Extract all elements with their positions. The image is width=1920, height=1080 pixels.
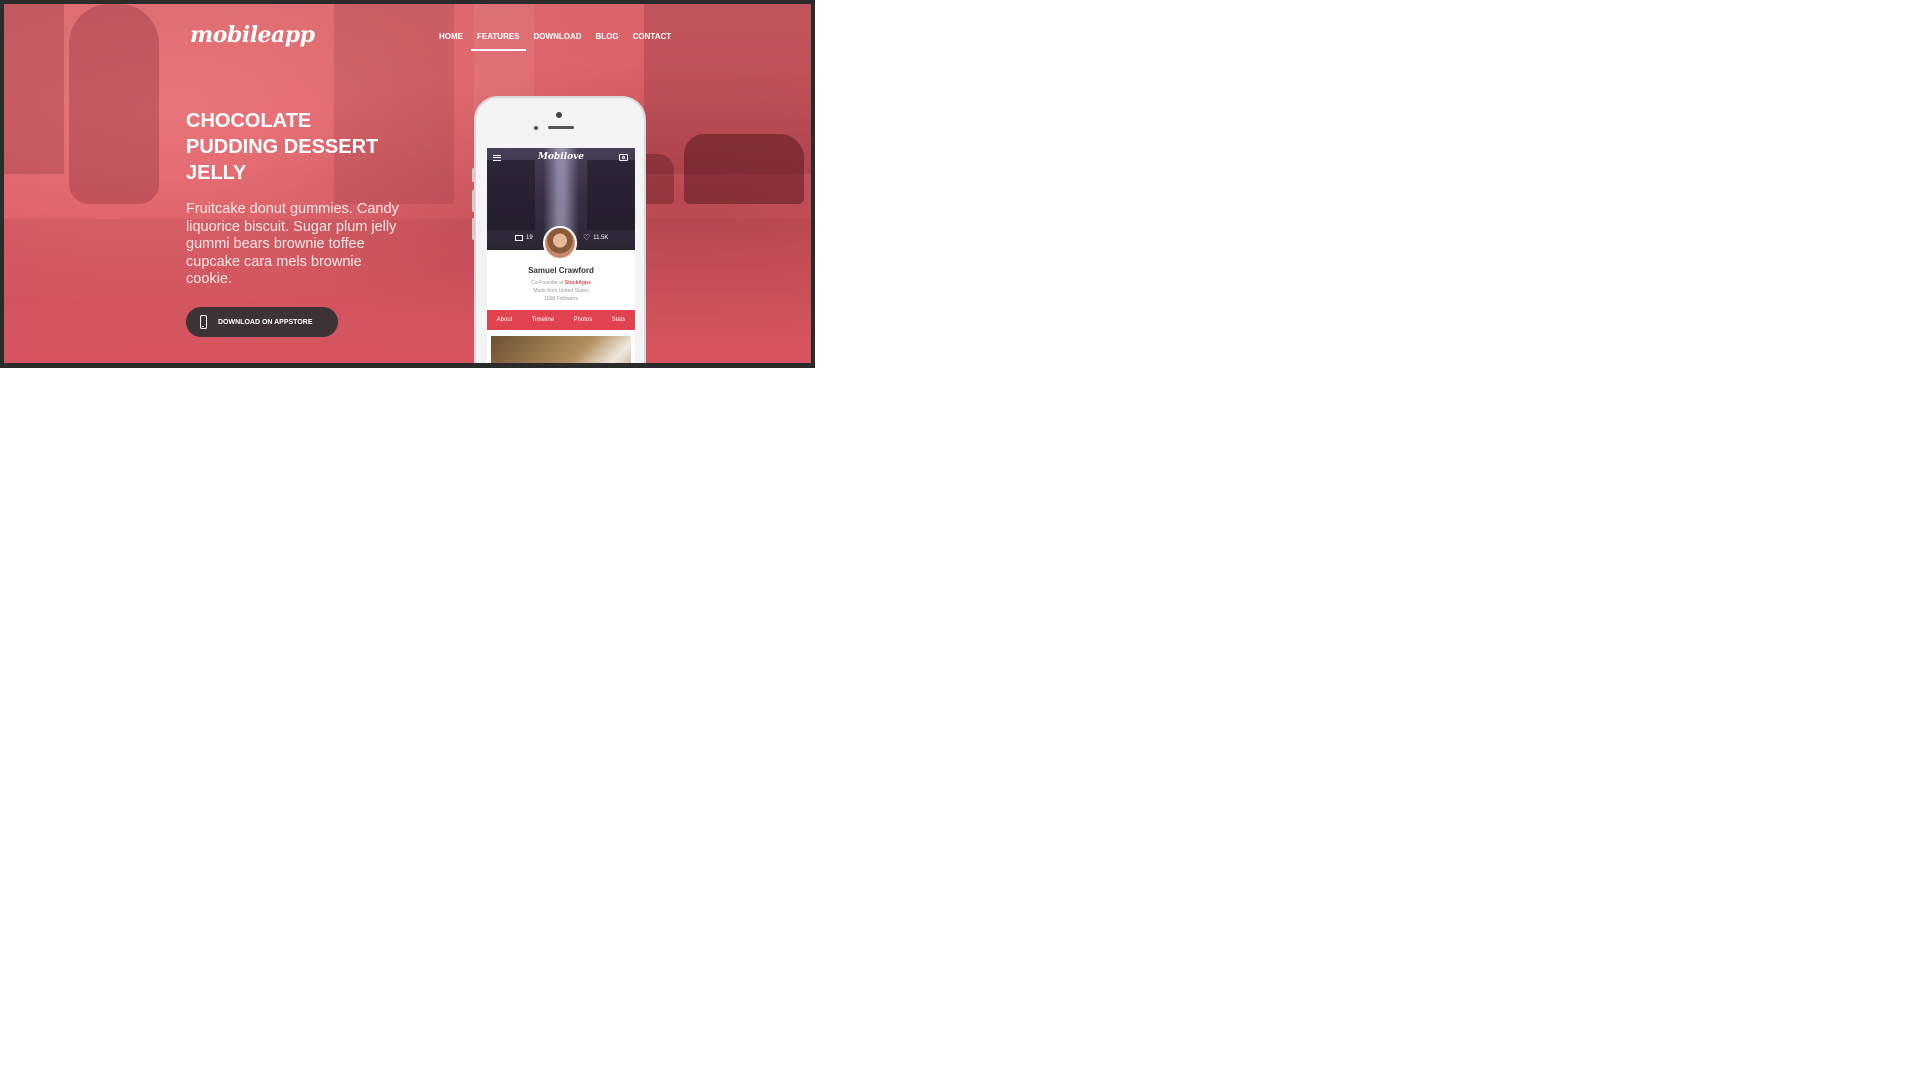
image-icon — [515, 235, 523, 241]
cover-buildings-left — [487, 160, 535, 230]
photos-count: 19 — [526, 235, 533, 241]
hero-section: mobileapp HOME FEATURES DOWNLOAD BLOG CO… — [4, 4, 811, 363]
phone-screen: Mobilove 19 ♡ 11.5K Samuel Crawford Co-F… — [487, 148, 635, 363]
cover-buildings-right — [587, 160, 635, 230]
likes-count: 11.5K — [593, 235, 609, 241]
phone-speaker — [548, 126, 574, 129]
nav-blog[interactable]: BLOG — [589, 32, 626, 51]
profile-followers: 1658 Followers — [544, 296, 578, 302]
phone-side-button — [472, 168, 475, 182]
hero-headline: CHOCOLATE PUDDING DESSERT JELLY — [186, 108, 416, 186]
phone-side-button — [472, 218, 475, 240]
profile-name: Samuel Crawford — [528, 266, 594, 275]
hero-subtext: Fruitcake donut gummies. Candy liquorice… — [186, 201, 399, 287]
headline-line: PUDDING DESSERT — [186, 136, 379, 158]
nav-home[interactable]: HOME — [432, 32, 470, 51]
nav-contact[interactable]: CONTACT — [626, 32, 679, 51]
tab-timeline[interactable]: Timeline — [532, 317, 554, 323]
tab-photos[interactable]: Photos — [574, 317, 593, 323]
nav-download[interactable]: DOWNLOAD — [527, 32, 589, 51]
avatar[interactable] — [543, 226, 577, 260]
phone-mockup: Mobilove 19 ♡ 11.5K Samuel Crawford Co-F… — [472, 96, 646, 363]
download-button-label: DOWNLOAD ON APPSTORE — [218, 318, 313, 326]
heart-icon: ♡ — [583, 233, 591, 242]
photos-stat: 19 — [515, 235, 533, 241]
nav-features[interactable]: FEATURES — [470, 32, 527, 51]
phone-icon — [200, 315, 207, 329]
headline-line: CHOCOLATE — [186, 110, 312, 132]
profile-role: Co-Founder at StockApps — [487, 280, 635, 286]
headline-line: JELLY — [186, 162, 247, 184]
profile-location: Made from United States — [533, 288, 589, 294]
background-street — [4, 219, 811, 363]
tab-stats[interactable]: Stats — [612, 317, 626, 323]
background-building — [644, 4, 811, 174]
background-car — [684, 134, 804, 204]
download-appstore-button[interactable]: DOWNLOAD ON APPSTORE — [186, 307, 338, 337]
app-title: Mobilove — [537, 152, 585, 162]
feed-photo[interactable] — [491, 336, 631, 363]
phone-camera — [556, 112, 562, 118]
main-nav: HOME FEATURES DOWNLOAD BLOG CONTACT — [432, 32, 678, 51]
tab-about[interactable]: About — [497, 317, 513, 323]
role-prefix: Co-Founder at — [531, 280, 564, 286]
likes-stat: ♡ 11.5K — [583, 233, 609, 242]
screenshot-frame: mobileapp HOME FEATURES DOWNLOAD BLOG CO… — [0, 0, 815, 368]
phone-sensor — [534, 126, 538, 130]
profile-tabs: About Timeline Photos Stats — [487, 310, 635, 330]
site-logo[interactable]: mobileapp — [190, 22, 315, 48]
background-person — [69, 4, 159, 204]
background-building — [4, 4, 64, 174]
phone-side-button — [472, 190, 475, 212]
role-company[interactable]: StockApps — [565, 280, 591, 286]
camera-icon[interactable] — [619, 154, 628, 161]
